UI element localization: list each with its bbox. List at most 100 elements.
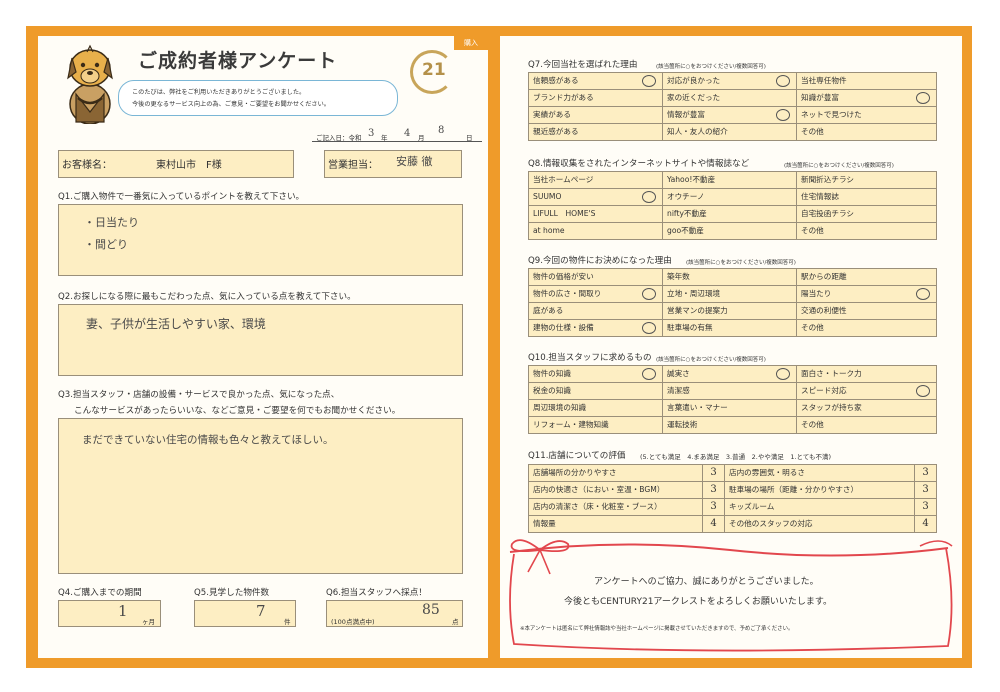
staff-label: 営業担当： <box>328 160 378 171</box>
q9-option[interactable]: 駅からの距離 <box>797 269 937 286</box>
q7-option[interactable]: 情報が豊富 <box>663 107 797 124</box>
thanks-line-1: アンケートへのご協力、誠にありがとうございました。 <box>594 577 819 587</box>
q10-option[interactable]: 面白さ・トーク力 <box>797 366 937 383</box>
q10-option[interactable]: スピード対応 <box>797 383 937 400</box>
q7-option[interactable]: 家の近くだった <box>663 90 797 107</box>
q9-option-label: 建物の仕様・設備 <box>533 323 594 332</box>
q10-option[interactable]: その他 <box>797 417 937 434</box>
q11-score[interactable]: 3 <box>915 465 937 482</box>
q8-option[interactable]: その他 <box>797 223 937 240</box>
q11-row: 店内の快適さ（におい・室温・BGM） 3 駐車場の場所（距離・分かりやすさ） 3 <box>529 482 937 499</box>
q11-score[interactable]: 4 <box>915 516 937 533</box>
q7-option[interactable]: 親近感がある <box>529 124 663 141</box>
q7-option-label: ブランド力がある <box>533 93 594 102</box>
q11-score[interactable]: 3 <box>703 482 725 499</box>
q9-option[interactable]: 交通の利便性 <box>797 303 937 320</box>
q9-option-label: 陽当たり <box>801 289 832 298</box>
q10-option[interactable]: 税金の知識 <box>529 383 663 400</box>
q10-option[interactable]: 物件の知識 <box>529 366 663 383</box>
q10-option-label: 面白さ・トーク力 <box>801 369 862 378</box>
q6-note: (100点満点中) <box>331 618 375 626</box>
q9-option[interactable]: 物件の価格が安い <box>529 269 663 286</box>
q9-row: 庭がある 営業マンの提案力 交通の利便性 <box>529 303 937 320</box>
q7-row: 実績がある 情報が豊富 ネットで見つけた <box>529 107 937 124</box>
q8-option[interactable]: at home <box>529 223 663 240</box>
q5-value: 7 <box>256 602 266 620</box>
q8-row: 当社ホームページ Yahoo!不動産 新聞折込チラシ <box>529 172 937 189</box>
q8-option[interactable]: goo不動産 <box>663 223 797 240</box>
selection-circle-icon <box>642 75 656 87</box>
q8-option[interactable]: 新聞折込チラシ <box>797 172 937 189</box>
q8-option-label: goo不動産 <box>667 226 704 235</box>
q7-title: Q7.今回当社を選ばれた理由 <box>528 60 638 70</box>
q7-row: ブランド力がある 家の近くだった 知識が豊富 <box>529 90 937 107</box>
q11-score[interactable]: 3 <box>915 482 937 499</box>
q10-option[interactable]: リフォーム・建物知識 <box>529 417 663 434</box>
q10-option[interactable]: スタッフが持ち家 <box>797 400 937 417</box>
q11-item-label: 情報量 <box>529 516 703 533</box>
q9-option-label: 駅からの距離 <box>801 272 847 281</box>
q7-option[interactable]: 知人・友人の紹介 <box>663 124 797 141</box>
q7-option[interactable]: ネットで見つけた <box>797 107 937 124</box>
q7-option-label: 親近感がある <box>533 127 579 136</box>
q7-option[interactable]: 実績がある <box>529 107 663 124</box>
q8-option-label: 新聞折込チラシ <box>801 175 855 184</box>
q10-option[interactable]: 誠実さ <box>663 366 797 383</box>
q11-item-label: 店内の清潔さ（床・化粧室・ブース） <box>529 499 703 516</box>
q7-option[interactable]: 知識が豊富 <box>797 90 937 107</box>
q8-option[interactable]: オウチーノ <box>663 189 797 206</box>
q8-option-label: nifty不動産 <box>667 209 707 218</box>
q9-option[interactable]: 建物の仕様・設備 <box>529 320 663 337</box>
q10-option-label: スピード対応 <box>801 386 847 395</box>
q11-score[interactable]: 3 <box>915 499 937 516</box>
q2-answer: 妻、子供が生活しやすい家、環境 <box>86 317 266 331</box>
q9-title: Q9.今回の物件にお決めになった理由 <box>528 256 672 266</box>
q8-option-label: LIFULL HOME'S <box>533 209 596 218</box>
q1-answer-line-1: ・日当たり <box>84 216 139 229</box>
date-month: 4 <box>404 128 411 139</box>
q8-option[interactable]: nifty不動産 <box>663 206 797 223</box>
q9-option[interactable]: 庭がある <box>529 303 663 320</box>
q9-option[interactable]: 立地・周辺環境 <box>663 286 797 303</box>
q9-option[interactable]: 駐車場の有無 <box>663 320 797 337</box>
q11-score[interactable]: 3 <box>703 499 725 516</box>
q10-option[interactable]: 周辺環境の知識 <box>529 400 663 417</box>
q8-option[interactable]: 当社ホームページ <box>529 172 663 189</box>
q10-option[interactable]: 言葉遣い・マナー <box>663 400 797 417</box>
q8-option[interactable]: Yahoo!不動産 <box>663 172 797 189</box>
q7-option[interactable]: ブランド力がある <box>529 90 663 107</box>
q11-item-label: 店内の快適さ（におい・室温・BGM） <box>529 482 703 499</box>
q8-option-label: その他 <box>801 226 824 235</box>
q8-option[interactable]: 住宅情報誌 <box>797 189 937 206</box>
q7-option[interactable]: 信頼感がある <box>529 73 663 90</box>
q11-title: Q11.店舗についての評価 <box>528 451 626 461</box>
q8-option[interactable]: SUUMO <box>529 189 663 206</box>
q11-score[interactable]: 4 <box>703 516 725 533</box>
staff-value: 安藤 徹 <box>396 155 433 168</box>
q8-option[interactable]: 自宅投函チラシ <box>797 206 937 223</box>
q11-score[interactable]: 3 <box>703 465 725 482</box>
q8-title: Q8.情報収集をされたインターネットサイトや情報誌など <box>528 159 750 169</box>
q9-note: (該当箇所に○をおつけください/複数回答可) <box>686 260 796 266</box>
q9-option-label: 駐車場の有無 <box>667 323 713 332</box>
q9-option[interactable]: その他 <box>797 320 937 337</box>
q9-option[interactable]: 陽当たり <box>797 286 937 303</box>
q10-option-label: その他 <box>801 420 824 429</box>
q10-option[interactable]: 清潔感 <box>663 383 797 400</box>
q7-option[interactable]: その他 <box>797 124 937 141</box>
q7-option-label: 知人・友人の紹介 <box>667 127 728 136</box>
q10-option[interactable]: 運転技術 <box>663 417 797 434</box>
q7-option-label: 当社専任物件 <box>801 76 847 85</box>
survey-title: ご成約者様アンケート <box>138 50 338 72</box>
q8-option[interactable]: LIFULL HOME'S <box>529 206 663 223</box>
q1-label: Q1.ご購入物件で一番気に入っているポイントを教えて下さい。 <box>58 192 305 202</box>
q5-unit: 件 <box>284 618 291 626</box>
q10-option-label: スタッフが持ち家 <box>801 403 862 412</box>
q7-option[interactable]: 当社専任物件 <box>797 73 937 90</box>
q9-option[interactable]: 営業マンの提案力 <box>663 303 797 320</box>
left-page: ご成約者様アンケート このたびは、弊社をご利用いただきありがとうございました。 … <box>38 36 488 658</box>
q9-option[interactable]: 築年数 <box>663 269 797 286</box>
q7-option[interactable]: 対応が良かった <box>663 73 797 90</box>
q9-option[interactable]: 物件の広さ・間取り <box>529 286 663 303</box>
q10-row: リフォーム・建物知識 運転技術 その他 <box>529 417 937 434</box>
